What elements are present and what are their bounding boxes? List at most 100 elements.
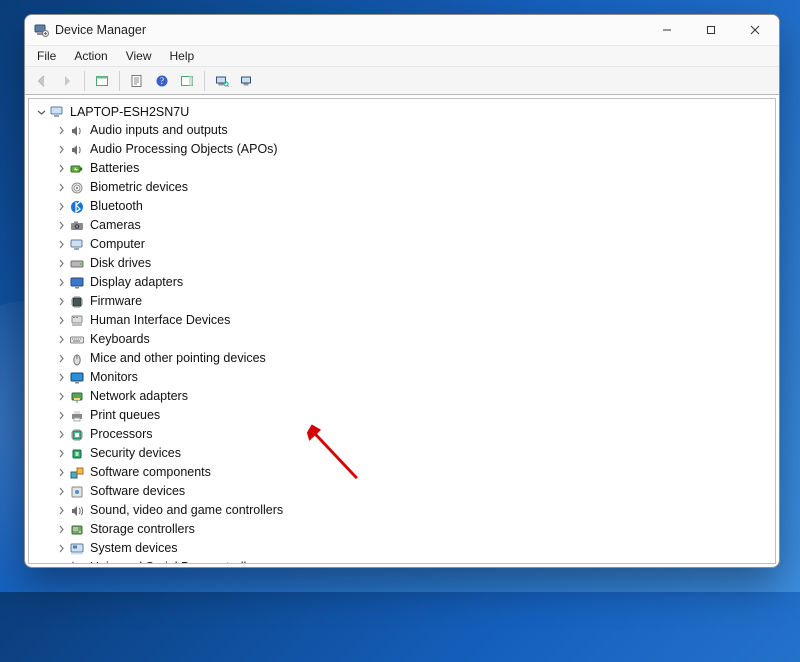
add-legacy-hardware-button[interactable] — [236, 70, 258, 92]
disk-icon — [69, 256, 85, 272]
chevron-right-icon[interactable] — [55, 258, 67, 270]
maximize-button[interactable] — [689, 15, 733, 45]
keyboard-icon — [69, 332, 85, 348]
hid-icon — [69, 313, 85, 329]
chevron-right-icon[interactable] — [55, 391, 67, 403]
chevron-right-icon[interactable] — [55, 315, 67, 327]
device-category-row[interactable]: Audio inputs and outputs — [31, 121, 773, 140]
device-category-label: Biometric devices — [87, 179, 188, 196]
properties-button[interactable] — [126, 70, 148, 92]
device-category-label: Storage controllers — [87, 521, 195, 538]
device-category-label: Sound, video and game controllers — [87, 502, 283, 519]
device-category-row[interactable]: Mice and other pointing devices — [31, 349, 773, 368]
chevron-right-icon[interactable] — [55, 220, 67, 232]
device-category-row[interactable]: Human Interface Devices — [31, 311, 773, 330]
app-icon — [33, 22, 49, 38]
device-category-row[interactable]: Disk drives — [31, 254, 773, 273]
device-category-row[interactable]: Monitors — [31, 368, 773, 387]
device-category-row[interactable]: Display adapters — [31, 273, 773, 292]
device-category-row[interactable]: Bluetooth — [31, 197, 773, 216]
window-title: Device Manager — [55, 23, 146, 37]
chevron-right-icon[interactable] — [55, 277, 67, 289]
chevron-right-icon[interactable] — [55, 448, 67, 460]
menu-bar: File Action View Help — [25, 45, 779, 67]
chevron-right-icon[interactable] — [55, 201, 67, 213]
device-category-label: Universal Serial Bus controllers — [87, 559, 264, 564]
fingerprint-icon — [69, 180, 85, 196]
root-label: LAPTOP-ESH2SN7U — [67, 105, 189, 119]
chevron-right-icon[interactable] — [55, 410, 67, 422]
device-category-row[interactable]: Software devices — [31, 482, 773, 501]
minimize-button[interactable] — [645, 15, 689, 45]
device-category-row[interactable]: Universal Serial Bus controllers — [31, 558, 773, 564]
security-icon — [69, 446, 85, 462]
chevron-right-icon[interactable] — [55, 296, 67, 308]
menu-file[interactable]: File — [29, 47, 64, 65]
chevron-right-icon[interactable] — [55, 486, 67, 498]
device-category-label: Computer — [87, 236, 145, 253]
device-category-row[interactable]: Security devices — [31, 444, 773, 463]
chevron-right-icon[interactable] — [55, 182, 67, 194]
menu-action[interactable]: Action — [66, 47, 115, 65]
chevron-down-icon[interactable] — [35, 106, 47, 118]
device-category-row[interactable]: Batteries — [31, 159, 773, 178]
scan-hardware-button[interactable] — [211, 70, 233, 92]
cpu-icon — [69, 427, 85, 443]
action-pane-button[interactable] — [176, 70, 198, 92]
chevron-right-icon[interactable] — [55, 505, 67, 517]
device-category-label: Display adapters — [87, 274, 183, 291]
device-category-row[interactable]: Firmware — [31, 292, 773, 311]
chevron-right-icon[interactable] — [55, 144, 67, 156]
help-button[interactable]: ? — [151, 70, 173, 92]
chevron-right-icon[interactable] — [55, 163, 67, 175]
chevron-right-icon[interactable] — [55, 524, 67, 536]
device-category-row[interactable]: Computer — [31, 235, 773, 254]
computer-icon — [69, 237, 85, 253]
toolbar-separator — [204, 71, 205, 91]
chevron-right-icon[interactable] — [55, 239, 67, 251]
chevron-right-icon[interactable] — [55, 125, 67, 137]
chevron-right-icon[interactable] — [55, 372, 67, 384]
device-category-label: Audio Processing Objects (APOs) — [87, 141, 278, 158]
close-button[interactable] — [733, 15, 777, 45]
chevron-right-icon[interactable] — [55, 543, 67, 555]
device-category-row[interactable]: Keyboards — [31, 330, 773, 349]
device-category-row[interactable]: Biometric devices — [31, 178, 773, 197]
device-category-row[interactable]: Processors — [31, 425, 773, 444]
speaker-icon — [69, 123, 85, 139]
forward-button[interactable] — [56, 70, 78, 92]
device-category-label: Audio inputs and outputs — [87, 122, 228, 139]
device-category-label: Bluetooth — [87, 198, 143, 215]
device-category-row[interactable]: Sound, video and game controllers — [31, 501, 773, 520]
device-category-label: Software components — [87, 464, 211, 481]
device-category-label: System devices — [87, 540, 178, 557]
device-tree[interactable]: LAPTOP-ESH2SN7U Audio inputs and outputs… — [28, 98, 776, 564]
device-category-row[interactable]: System devices — [31, 539, 773, 558]
system-icon — [69, 541, 85, 557]
chevron-right-icon[interactable] — [55, 353, 67, 365]
usb-icon — [69, 560, 85, 565]
device-category-row[interactable]: Cameras — [31, 216, 773, 235]
device-category-row[interactable]: Print queues — [31, 406, 773, 425]
chip-icon — [69, 294, 85, 310]
device-category-label: Batteries — [87, 160, 139, 177]
network-icon — [69, 389, 85, 405]
device-category-row[interactable]: Audio Processing Objects (APOs) — [31, 140, 773, 159]
device-category-label: Print queues — [87, 407, 160, 424]
tree-root-row[interactable]: LAPTOP-ESH2SN7U — [31, 103, 773, 121]
chevron-right-icon[interactable] — [55, 467, 67, 479]
menu-help[interactable]: Help — [162, 47, 203, 65]
device-category-row[interactable]: Storage controllers — [31, 520, 773, 539]
computer-root-icon — [49, 104, 65, 120]
chevron-right-icon[interactable] — [55, 562, 67, 565]
device-category-row[interactable]: Software components — [31, 463, 773, 482]
device-category-row[interactable]: Network adapters — [31, 387, 773, 406]
toolbar: ? — [25, 67, 779, 95]
device-manager-window: Device Manager File Action View Help — [24, 14, 780, 568]
show-console-tree-button[interactable] — [91, 70, 113, 92]
back-button[interactable] — [31, 70, 53, 92]
chevron-right-icon[interactable] — [55, 334, 67, 346]
sound-icon — [69, 503, 85, 519]
menu-view[interactable]: View — [118, 47, 160, 65]
chevron-right-icon[interactable] — [55, 429, 67, 441]
